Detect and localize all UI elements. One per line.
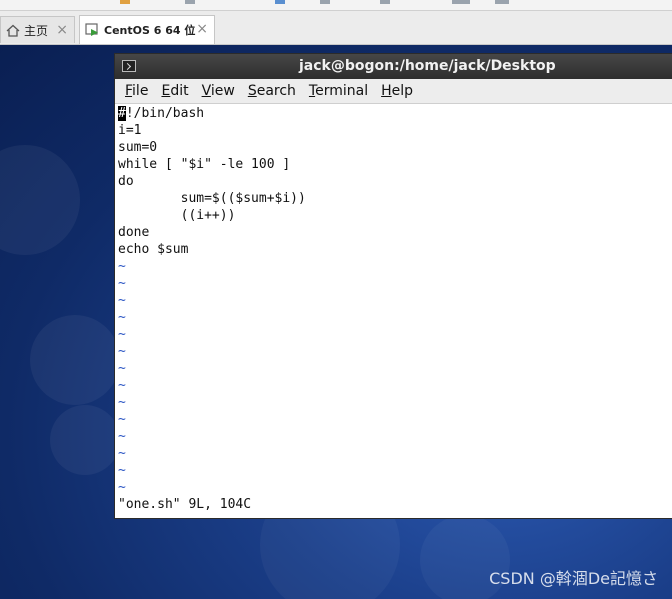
text-cursor: # (118, 106, 126, 121)
menu-view[interactable]: View (197, 83, 240, 99)
menu-search[interactable]: Search (243, 83, 301, 99)
terminal-menubar: File Edit View Search Terminal Help (115, 79, 672, 104)
toolbar-icon[interactable] (452, 0, 470, 4)
menu-edit[interactable]: Edit (156, 83, 193, 99)
background-bubble (0, 145, 80, 255)
vim-empty-line-tilde: ~ (118, 259, 126, 274)
close-icon[interactable]: × (56, 22, 68, 38)
vim-empty-line-tilde: ~ (118, 378, 126, 393)
vim-empty-line-tilde: ~ (118, 327, 126, 342)
code-line: while [ "$i" -le 100 ] (118, 157, 291, 172)
background-bubble (30, 315, 120, 405)
vim-empty-line-tilde: ~ (118, 463, 126, 478)
code-line: do (118, 174, 134, 189)
close-icon[interactable]: × (196, 21, 208, 37)
code-line: ((i++)) (118, 208, 236, 223)
terminal-window[interactable]: jack@bogon:/home/jack/Desktop File Edit … (115, 54, 672, 518)
vim-empty-line-tilde: ~ (118, 361, 126, 376)
vim-empty-line-tilde: ~ (118, 344, 126, 359)
code-line: done (118, 225, 150, 240)
menu-terminal[interactable]: Terminal (304, 83, 373, 99)
home-icon (6, 24, 20, 37)
terminal-icon[interactable] (122, 60, 136, 72)
tab-centos[interactable]: CentOS 6 64 位 × (79, 15, 215, 44)
vim-empty-line-tilde: ~ (118, 395, 126, 410)
vim-empty-line-tilde: ~ (118, 480, 126, 495)
window-title: jack@bogon:/home/jack/Desktop (299, 58, 556, 74)
background-bubble (50, 405, 120, 475)
vim-empty-line-tilde: ~ (118, 310, 126, 325)
toolbar-icon[interactable] (320, 0, 330, 4)
code-line: echo $sum (118, 242, 189, 257)
code-line: #!/bin/bash (118, 106, 205, 121)
tab-label: 主页 (24, 23, 49, 38)
vim-empty-line-tilde: ~ (118, 446, 126, 461)
vm-tab-bar: 主页 × CentOS 6 64 位 × (0, 11, 672, 45)
vim-empty-line-tilde: ~ (118, 412, 126, 427)
terminal-titlebar[interactable]: jack@bogon:/home/jack/Desktop (115, 54, 672, 79)
code-line: i=1 (118, 123, 142, 138)
watermark: CSDN @斡涸De記憶さ (489, 569, 658, 588)
vim-status-line: "one.sh" 9L, 104C (118, 497, 252, 512)
vim-empty-line-tilde: ~ (118, 276, 126, 291)
toolbar-icon[interactable] (120, 0, 130, 4)
tab-label: CentOS 6 64 位 (104, 24, 196, 37)
vim-empty-line-tilde: ~ (118, 429, 126, 444)
tab-home[interactable]: 主页 × (0, 16, 75, 43)
toolbar-icon[interactable] (275, 0, 285, 4)
toolbar-icon[interactable] (495, 0, 509, 4)
vim-empty-line-tilde: ~ (118, 293, 126, 308)
menu-file[interactable]: File (120, 83, 153, 99)
code-line: sum=0 (118, 140, 158, 155)
toolbar-icon[interactable] (185, 0, 195, 4)
terminal-text-area[interactable]: #!/bin/bash i=1 sum=0 while [ "$i" -le 1… (118, 105, 672, 518)
vmware-toolbar (0, 0, 672, 11)
empty-lines: ~ ~ ~ ~ ~ ~ ~ ~ ~ ~ ~ ~ ~ ~ (118, 258, 672, 496)
menu-help[interactable]: Help (376, 83, 418, 99)
toolbar-icon[interactable] (380, 0, 390, 4)
code-line: sum=$(($sum+$i)) (118, 191, 306, 206)
vm-icon (85, 23, 100, 37)
